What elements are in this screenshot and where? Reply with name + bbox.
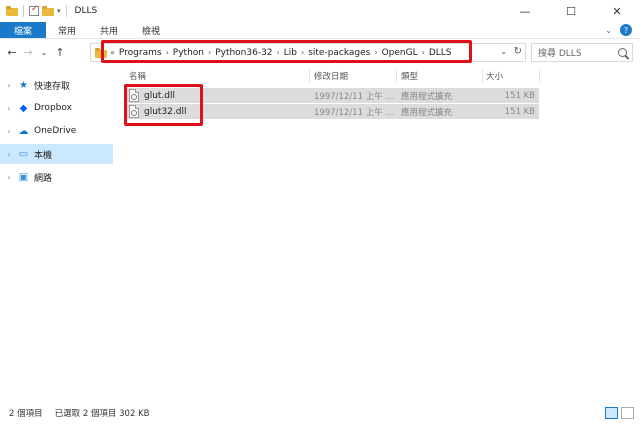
recent-locations-icon[interactable]: ⌄ xyxy=(36,48,52,57)
file-size: 151 KB xyxy=(504,90,535,101)
divider xyxy=(23,5,24,17)
chevron-right-icon[interactable]: › xyxy=(3,173,15,182)
file-type: 應用程式擴充 xyxy=(401,107,453,118)
back-arrow-icon[interactable]: ← xyxy=(4,46,20,59)
computer-icon: ▭ xyxy=(18,148,29,160)
file-type: 應用程式擴充 xyxy=(401,91,453,102)
nav-item-dropbox[interactable]: › ◆ Dropbox xyxy=(0,98,113,118)
navigation-pane: › ★ 快速存取 › ◆ Dropbox › ☁ OneDrive › ▭ 本機… xyxy=(0,65,113,402)
tab-view[interactable]: 檢視 xyxy=(130,22,172,38)
nav-item-network[interactable]: › ▣ 網路 xyxy=(0,167,113,187)
minimize-button[interactable]: — xyxy=(502,0,548,22)
search-box[interactable]: 搜尋 DLLS xyxy=(531,43,633,62)
column-header-type[interactable]: 類型 xyxy=(401,68,418,84)
close-button[interactable]: ✕ xyxy=(594,0,640,22)
selection-info: 已選取 2 個項目 302 KB xyxy=(54,409,150,419)
customize-toolbar-icon[interactable]: ▾ xyxy=(57,7,61,15)
ribbon-right: ⌄ ? xyxy=(605,24,632,36)
expand-ribbon-icon[interactable]: ⌄ xyxy=(605,26,612,35)
nav-item-label: 網路 xyxy=(34,173,53,184)
nav-item-label: 快速存取 xyxy=(34,81,71,92)
nav-item-quick-access[interactable]: › ★ 快速存取 xyxy=(0,75,113,95)
star-icon: ★ xyxy=(19,79,28,91)
nav-item-onedrive[interactable]: › ☁ OneDrive xyxy=(0,121,113,141)
chevron-right-icon[interactable]: › xyxy=(3,104,15,113)
view-switcher xyxy=(605,407,634,419)
properties-icon[interactable] xyxy=(29,4,39,16)
ribbon-tabs: 檔案 常用 共用 檢視 ⌄ ? xyxy=(0,22,640,39)
address-highlight-box xyxy=(101,40,472,63)
chevron-right-icon[interactable]: › xyxy=(3,150,15,159)
item-count: 2 個項目 xyxy=(9,409,43,419)
tab-home[interactable]: 常用 xyxy=(46,22,88,38)
column-header-name[interactable]: 名稱 xyxy=(129,68,146,84)
window-title: DLLS xyxy=(74,6,98,16)
window-controls: — ☐ ✕ xyxy=(502,0,640,22)
chevron-right-icon[interactable]: › xyxy=(3,81,15,90)
cloud-icon: ☁ xyxy=(18,125,29,137)
column-divider[interactable] xyxy=(482,69,483,83)
column-divider[interactable] xyxy=(539,69,540,83)
nav-item-label: Dropbox xyxy=(34,103,72,113)
tab-share[interactable]: 共用 xyxy=(88,22,130,38)
file-modified: 1997/12/11 上午 ... xyxy=(314,91,394,102)
column-header-size[interactable]: 大小 xyxy=(486,68,503,84)
folder-icon xyxy=(6,6,18,16)
nav-item-label: 本機 xyxy=(34,150,53,161)
dropbox-icon: ◆ xyxy=(19,102,28,114)
divider xyxy=(65,5,67,17)
quick-access-toolbar: ▾ xyxy=(0,4,69,17)
network-icon: ▣ xyxy=(18,171,29,183)
help-icon[interactable]: ? xyxy=(620,24,632,36)
column-divider[interactable] xyxy=(309,69,310,83)
title-bar: ▾ DLLS — ☐ ✕ xyxy=(0,0,640,22)
address-dropdown-icon[interactable]: ⌄ xyxy=(500,47,507,56)
details-view-icon[interactable] xyxy=(605,407,618,419)
files-highlight-box xyxy=(124,84,203,126)
up-arrow-icon[interactable]: ↑ xyxy=(52,46,68,59)
forward-arrow-icon[interactable]: → xyxy=(20,46,36,59)
nav-item-label: OneDrive xyxy=(34,126,77,136)
file-modified: 1997/12/11 上午 ... xyxy=(314,107,394,118)
tab-file[interactable]: 檔案 xyxy=(0,22,47,38)
column-header-modified[interactable]: 修改日期 xyxy=(314,68,348,84)
new-folder-icon[interactable] xyxy=(42,6,54,16)
column-divider[interactable] xyxy=(396,69,397,83)
nav-item-this-pc[interactable]: › ▭ 本機 xyxy=(0,144,113,164)
search-input[interactable]: 搜尋 DLLS xyxy=(538,46,582,59)
chevron-right-icon[interactable]: › xyxy=(3,127,15,136)
file-size: 151 KB xyxy=(504,106,535,117)
large-icons-view-icon[interactable] xyxy=(621,407,634,419)
refresh-icon[interactable]: ↻ xyxy=(514,46,522,57)
status-bar: 2 個項目 已選取 2 個項目 302 KB xyxy=(0,402,640,424)
search-icon xyxy=(618,48,627,57)
maximize-button[interactable]: ☐ xyxy=(548,0,594,22)
